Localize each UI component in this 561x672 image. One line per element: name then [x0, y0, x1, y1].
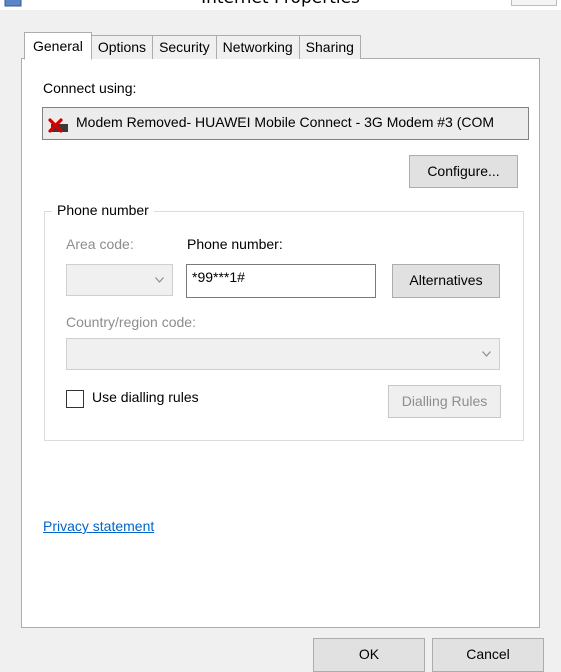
phone-number-label: Phone number: [187, 236, 283, 252]
modem-disconnected-icon [48, 118, 70, 137]
cancel-button[interactable]: Cancel [432, 638, 544, 672]
use-dialling-rules-label[interactable]: Use dialling rules [92, 389, 199, 405]
tab-security[interactable]: Security [152, 35, 217, 59]
tab-options[interactable]: Options [90, 35, 154, 59]
tab-sharing[interactable]: Sharing [298, 35, 361, 59]
alternatives-button[interactable]: Alternatives [392, 264, 500, 298]
tab-networking[interactable]: Networking [215, 35, 300, 59]
use-dialling-rules-checkbox[interactable] [66, 390, 84, 408]
privacy-statement-link[interactable]: Privacy statement [43, 518, 154, 534]
tab-general[interactable]: General [24, 32, 92, 60]
ok-button[interactable]: OK [313, 638, 425, 672]
title-bar: Internet Properties [0, 0, 561, 10]
tab-strip: General Options Security Networking Shar… [24, 32, 361, 60]
country-region-label: Country/region code: [66, 314, 196, 330]
phone-number-input[interactable]: *99***1# [186, 264, 376, 298]
connect-device-field[interactable]: Modem Removed- HUAWEI Mobile Connect - 3… [42, 107, 529, 140]
close-icon[interactable] [511, 0, 557, 6]
chevron-down-icon [482, 351, 491, 357]
area-code-label: Area code: [66, 236, 134, 252]
country-region-select[interactable] [66, 338, 500, 370]
dialling-rules-button[interactable]: Dialling Rules [388, 385, 501, 418]
chevron-down-icon [155, 277, 164, 283]
configure-button[interactable]: Configure... [409, 155, 518, 188]
window-title: Internet Properties [0, 0, 561, 8]
area-code-select[interactable] [66, 264, 173, 296]
connect-using-label: Connect using: [43, 80, 137, 96]
phone-number-group-legend: Phone number [52, 202, 154, 218]
connect-device-name: Modem Removed- HUAWEI Mobile Connect - 3… [76, 114, 495, 130]
